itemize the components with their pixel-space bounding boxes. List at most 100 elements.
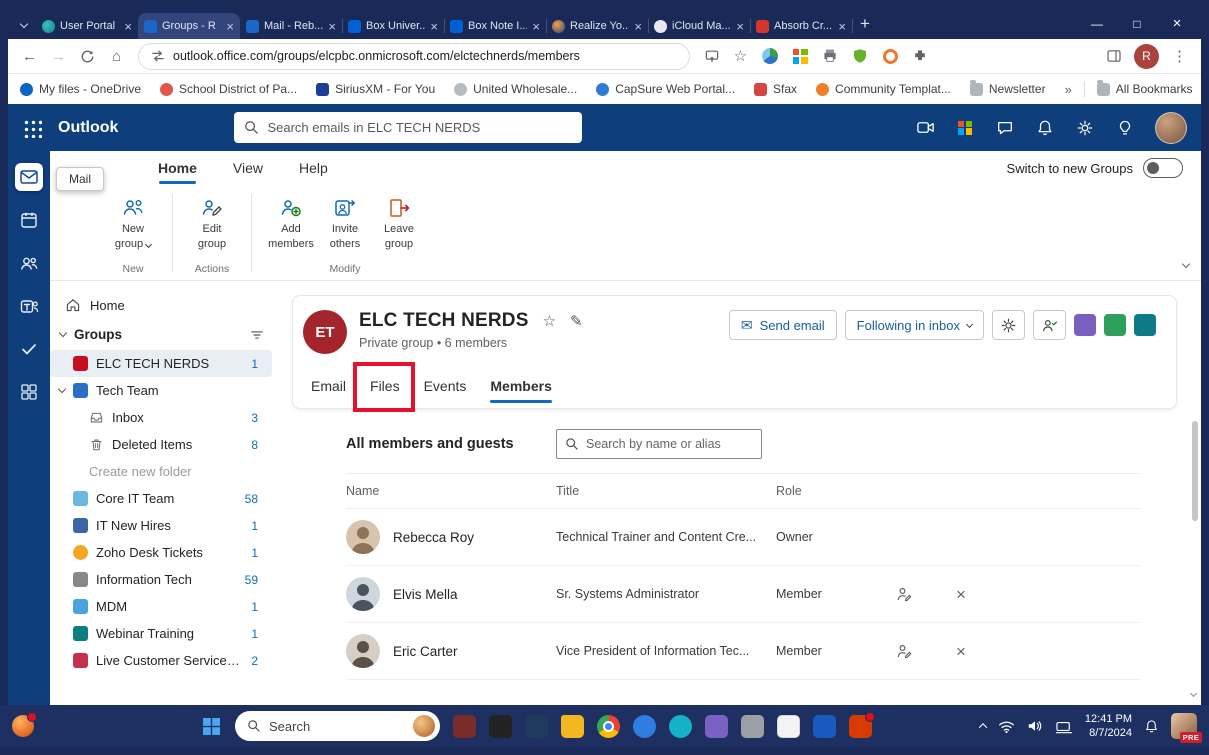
- edit-group-icon[interactable]: ✎: [570, 312, 583, 330]
- extension-icon-shield[interactable]: [848, 44, 872, 68]
- scrollbar-thumb[interactable]: [1192, 421, 1198, 521]
- pre-badge-avatar[interactable]: PRE: [1171, 713, 1202, 743]
- member-row[interactable]: Rebecca Roy Technical Trainer and Conten…: [346, 509, 1141, 566]
- new-group-button[interactable]: New group: [106, 191, 160, 259]
- tab-close-icon[interactable]: ×: [226, 20, 234, 33]
- wifi-icon[interactable]: [998, 719, 1015, 734]
- scroll-down-icon[interactable]: [1189, 683, 1198, 701]
- group-membership-button[interactable]: [1033, 310, 1066, 340]
- tab-close-icon[interactable]: ×: [634, 20, 642, 33]
- back-button[interactable]: ←: [16, 43, 43, 70]
- taskbar-app-3[interactable]: [525, 714, 548, 738]
- notifications-bell-icon[interactable]: [1144, 719, 1159, 734]
- rail-people-icon[interactable]: [15, 249, 43, 277]
- add-members-button[interactable]: Add members: [264, 191, 318, 259]
- sidebar-item-live-customer-service-chat[interactable]: Live Customer Service Chat 2: [50, 647, 272, 674]
- sidebar-item-home[interactable]: Home: [50, 291, 280, 319]
- outlook-search[interactable]: [234, 112, 583, 143]
- bookmark-item[interactable]: SiriusXM - For You: [316, 82, 435, 96]
- browser-tab[interactable]: iCloud Ma... ×: [648, 13, 751, 39]
- new-tab-button[interactable]: +: [852, 12, 878, 36]
- bookmark-item[interactable]: Newsletter: [969, 79, 1046, 96]
- taskbar-app-8[interactable]: [705, 714, 728, 738]
- site-info-icon[interactable]: [151, 49, 165, 63]
- taskbar-file-explorer-icon[interactable]: [561, 714, 584, 738]
- tab-close-icon[interactable]: ×: [532, 20, 540, 33]
- group-settings-button[interactable]: [992, 310, 1025, 340]
- group-app-icon-1[interactable]: [1074, 314, 1096, 336]
- browser-tab[interactable]: User Portal ×: [36, 13, 139, 39]
- sidebar-item-inbox[interactable]: Inbox 3: [50, 404, 272, 431]
- browser-tab[interactable]: Absorb Cr... ×: [750, 13, 853, 39]
- close-button[interactable]: ×: [1157, 8, 1197, 39]
- sidebar-item-create-new-folder[interactable]: Create new folder: [50, 458, 272, 485]
- extension-icon-grid[interactable]: [788, 44, 812, 68]
- extension-icon-printer[interactable]: [818, 44, 842, 68]
- extensions-puzzle-icon[interactable]: [908, 44, 932, 68]
- new-groups-toggle[interactable]: [1143, 158, 1183, 178]
- taskbar-teams-icon[interactable]: [633, 714, 656, 738]
- extension-icon-globe[interactable]: [758, 44, 782, 68]
- ribbon-tab-help[interactable]: Help: [299, 160, 328, 176]
- sidebar-item-zoho-desk-tickets[interactable]: Zoho Desk Tickets 1: [50, 539, 272, 566]
- address-bar[interactable]: outlook.office.com/groups/elcpbc.onmicro…: [138, 42, 690, 70]
- sidebar-item-information-tech[interactable]: Information Tech 59: [50, 566, 272, 593]
- app-launcher-icon[interactable]: [22, 117, 42, 138]
- bookmark-item[interactable]: My files - OneDrive: [20, 82, 141, 96]
- battery-icon[interactable]: [1055, 719, 1073, 734]
- sidebar-item-it-new-hires[interactable]: IT New Hires 1: [50, 512, 272, 539]
- scrollbar[interactable]: [1189, 421, 1200, 698]
- tab-close-icon[interactable]: ×: [124, 20, 132, 33]
- change-role-icon[interactable]: [896, 643, 956, 659]
- tab-events[interactable]: Events: [424, 378, 467, 394]
- taskbar-app-7[interactable]: [669, 714, 692, 738]
- browser-menu-icon[interactable]: ⋮: [1166, 43, 1193, 70]
- member-row[interactable]: Elvis Mella Sr. Systems Administrator Me…: [346, 566, 1141, 623]
- outlook-logo-text[interactable]: Outlook: [58, 119, 118, 137]
- chat-icon[interactable]: [995, 118, 1015, 138]
- account-avatar[interactable]: [1155, 111, 1187, 144]
- leave-group-button[interactable]: Leave group: [372, 191, 426, 259]
- taskbar-app-1[interactable]: [453, 714, 476, 738]
- meet-now-icon[interactable]: [915, 118, 935, 138]
- search-highlight-icon[interactable]: [413, 715, 435, 737]
- start-button[interactable]: [200, 715, 222, 737]
- sidebar-item-webinar-training[interactable]: Webinar Training 1: [50, 620, 272, 647]
- remove-member-icon[interactable]: ×: [956, 643, 1016, 660]
- taskbar-app-2[interactable]: [489, 714, 512, 738]
- group-app-icon-3[interactable]: [1134, 314, 1156, 336]
- taskbar-clock[interactable]: 12:41 PM 8/7/2024: [1085, 712, 1132, 740]
- browser-profile-avatar[interactable]: R: [1134, 43, 1159, 69]
- bookmarks-overflow-icon[interactable]: »: [1065, 82, 1072, 97]
- taskbar-word-icon[interactable]: [813, 714, 836, 738]
- send-email-button[interactable]: ✉ Send email: [728, 310, 837, 340]
- change-role-icon[interactable]: [896, 586, 956, 602]
- tab-close-icon[interactable]: ×: [430, 20, 438, 33]
- remove-member-icon[interactable]: ×: [956, 586, 1016, 603]
- tab-search-button[interactable]: [12, 12, 36, 36]
- taskbar-notepad-icon[interactable]: [777, 714, 800, 738]
- tab-close-icon[interactable]: ×: [328, 20, 336, 33]
- ribbon-collapse-icon[interactable]: [1181, 254, 1191, 272]
- group-app-icon-2[interactable]: [1104, 314, 1126, 336]
- browser-tab[interactable]: Mail - Reb... ×: [240, 13, 343, 39]
- member-search-input[interactable]: [586, 437, 753, 451]
- rail-todo-icon[interactable]: [15, 335, 43, 363]
- taskbar-search[interactable]: Search: [235, 711, 440, 741]
- settings-gear-icon[interactable]: [1075, 118, 1095, 138]
- outlook-search-input[interactable]: [267, 120, 573, 135]
- volume-icon[interactable]: [1027, 718, 1043, 734]
- bookmark-item[interactable]: Community Templat...: [816, 82, 951, 96]
- microsoft-365-icon[interactable]: [955, 118, 975, 138]
- refresh-button[interactable]: [74, 43, 101, 70]
- home-button[interactable]: ⌂: [103, 43, 130, 70]
- minimize-button[interactable]: —: [1077, 8, 1117, 39]
- taskbar-outlook-icon[interactable]: [849, 711, 875, 738]
- bookmark-item[interactable]: CapSure Web Portal...: [596, 82, 735, 96]
- bookmark-star-icon[interactable]: ☆: [727, 43, 754, 70]
- tab-email[interactable]: Email: [311, 378, 346, 394]
- tray-chevron-icon[interactable]: [978, 723, 988, 732]
- tips-lightbulb-icon[interactable]: [1115, 118, 1135, 138]
- tab-members[interactable]: Members: [490, 378, 553, 403]
- rail-mail-icon[interactable]: [15, 163, 43, 191]
